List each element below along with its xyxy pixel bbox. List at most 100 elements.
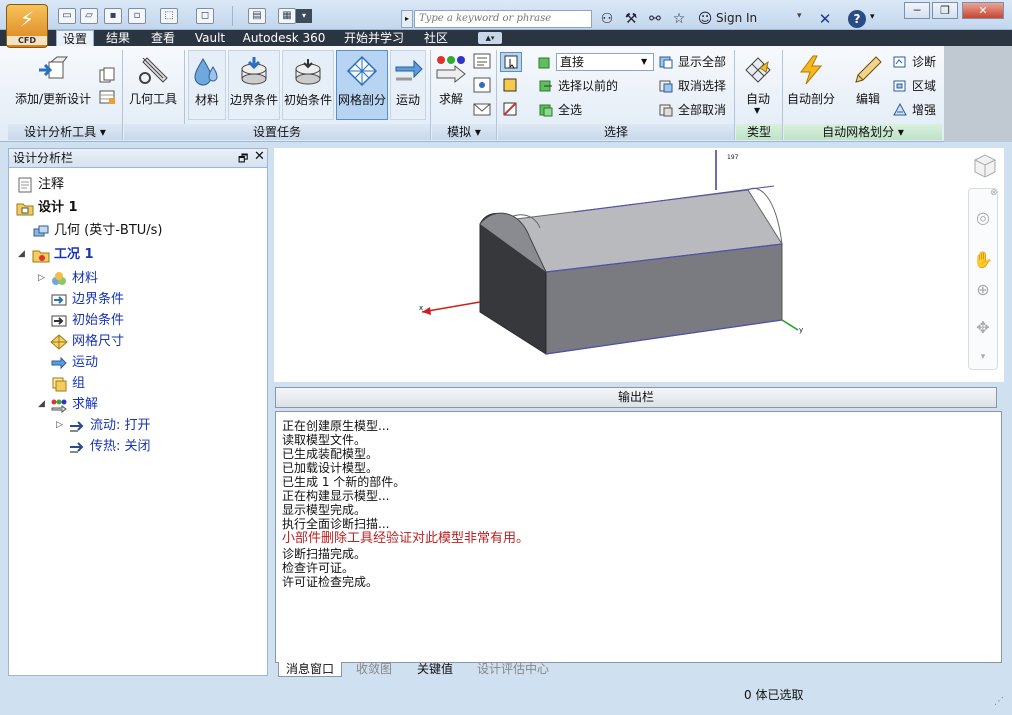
select-volume-icon[interactable] [500,52,522,72]
exchange-apps-icon[interactable]: ✕ [816,10,834,28]
tree-item-materials[interactable]: 材料 [50,269,98,289]
steering-wheel-icon[interactable]: ◎ [970,208,996,232]
qat-customize-dropdown[interactable]: ▾ [296,9,312,23]
restore-button[interactable]: ❐ [932,2,958,19]
geometry-tools-button[interactable]: 几何工具 [126,50,180,120]
expand-triangle-icon[interactable]: ▷ [56,420,63,430]
orbit-icon[interactable]: ✥ [970,318,996,342]
ribbon-minimize-button[interactable]: ▲▾ [478,32,502,44]
chevron-down-icon[interactable]: ▾ [797,11,802,21]
pan-hand-icon[interactable]: ✋ [970,250,996,274]
application-menu-button[interactable]: ⚡ CFD [6,4,48,48]
selection-mode-dropdown[interactable]: 直接 [538,53,654,71]
auto-mesh-button[interactable]: 自动剖分 [786,50,836,120]
boundary-conditions-button[interactable]: 边界条件 [228,50,280,120]
save-icon[interactable]: ▪ [104,8,122,24]
chevron-down-icon[interactable]: ▼ [641,54,647,70]
viewcube-icon[interactable] [972,152,998,180]
shape-icon[interactable]: ◻ [196,8,214,24]
deselect-button[interactable]: 取消选择 [656,76,726,96]
select-previous-button[interactable]: 选择以前的 [536,76,618,96]
3d-viewport[interactable] [274,148,1004,382]
materials-button[interactable]: 材料 [188,50,226,120]
user-icon[interactable]: ☺ [696,10,714,28]
output-bar-header[interactable]: 输出栏 [275,387,997,408]
group-label-auto-mesh[interactable]: 自动网格划分 ▾ [784,124,942,140]
document-copy-icon[interactable] [98,66,116,84]
chevron-down-icon[interactable]: ▼ [754,106,760,115]
save-as-icon[interactable]: ▫ [128,8,146,24]
tab-vault[interactable]: Vault [190,30,230,46]
zoom-icon[interactable]: ⊕ [970,280,996,304]
edit-mesh-button[interactable]: 编辑 [848,50,888,120]
solve-options-icon[interactable] [472,52,492,70]
close-window-button[interactable]: ✕ [962,2,1004,19]
group-label-simulation[interactable]: 模拟 ▾ [432,124,496,140]
star-icon[interactable]: ☆ [670,10,688,28]
tree-item-scenario[interactable]: 工况 1 [32,245,94,265]
region-button[interactable]: 区域 [890,76,936,96]
show-all-button[interactable]: 显示全部 [656,52,726,72]
select-all-button[interactable]: 全选 [536,100,582,120]
minimize-button[interactable]: ─ [904,2,930,19]
tree-label: 求解 [72,397,99,412]
deselect-all-button[interactable]: 全部取消 [656,100,726,120]
table-icon[interactable] [98,88,116,106]
tab-community[interactable]: 社区 [418,30,454,46]
tree-item-solve[interactable]: 求解 [50,395,98,415]
tree-item-flow[interactable]: 流动: 打开 [68,416,151,436]
group-label-setup-tasks: 设置任务 [124,124,430,140]
wrench-icon[interactable]: ⚒ [622,10,640,28]
select-surface-icon[interactable] [500,76,522,96]
tab-getting-started[interactable]: 开始并学习 [338,30,410,46]
solve-button[interactable]: 求解 [434,50,468,120]
chevron-down-icon[interactable]: ▾ [870,12,875,22]
add-update-design-button[interactable]: 添加/更新设计 [12,50,94,120]
select-edge-icon[interactable] [500,100,522,120]
tab-results[interactable]: 结果 [100,30,136,46]
tree-item-groups[interactable]: 组 [50,374,85,394]
tree-item-heat-transfer[interactable]: 传热: 关闭 [68,437,151,457]
mesh-sizing-button[interactable]: 网格剖分 [336,50,388,120]
binoculars-icon[interactable]: ⚇ [598,10,616,28]
view-panel-icon[interactable]: ▤ [248,8,266,24]
float-panel-icon[interactable]: 🗗 [238,150,248,169]
tab-setup[interactable]: 设置 [56,30,94,46]
resize-grip-icon[interactable]: ⋰ [994,696,1004,707]
tree-item-boundary-conditions[interactable]: 边界条件 [50,290,124,310]
sign-in-link[interactable]: Sign In [716,11,757,25]
diagnose-button[interactable]: 诊断 [890,52,936,72]
select-mode-icon[interactable]: ⬚ [160,8,178,24]
close-panel-icon[interactable]: ✕ [254,149,265,164]
tree-item-mesh-size[interactable]: 网格尺寸 [50,332,124,352]
collapse-triangle-icon[interactable]: ◢ [18,249,25,259]
initial-conditions-button[interactable]: 初始条件 [282,50,334,120]
search-input[interactable]: Type a keyword or phrase [414,10,592,28]
layout-icon[interactable]: ▦ [278,8,296,24]
tab-critical-values[interactable]: 关键值 [406,662,464,677]
tree-item-motion[interactable]: 运动 [50,353,98,373]
tree-item-notes[interactable]: 注释 [16,175,64,195]
tab-view[interactable]: 查看 [144,30,182,46]
enhance-button[interactable]: 增强 [890,100,936,120]
search-expand-icon[interactable]: ▸ [401,10,413,28]
collapse-triangle-icon[interactable]: ◢ [38,399,45,409]
tab-convergence-plot[interactable]: 收敛图 [346,662,402,677]
tab-message-window[interactable]: 消息窗口 [278,662,342,677]
tab-decision-center[interactable]: 设计评估中心 [468,662,558,677]
satellite-icon[interactable]: ⚯ [646,10,664,28]
expand-triangle-icon[interactable]: ▷ [38,273,45,283]
motion-button[interactable]: 运动 [390,50,426,120]
tree-item-initial-conditions[interactable]: 初始条件 [50,311,124,331]
tree-item-geometry[interactable]: 几何 (英寸-BTU/s) [32,221,163,241]
close-navbar-icon[interactable]: ⊗ [990,188,998,198]
help-icon[interactable]: ? [848,10,866,28]
open-folder-icon[interactable]: ▱ [80,8,98,24]
new-file-icon[interactable]: ▭ [58,8,76,24]
tree-item-design[interactable]: 设计 1 [16,198,78,218]
email-icon[interactable] [472,100,492,118]
monitor-points-icon[interactable] [472,76,492,94]
group-label-design-tools[interactable]: 设计分析工具 ▾ [8,124,122,140]
tab-autodesk-360[interactable]: Autodesk 360 [238,30,330,46]
navbar-options-icon[interactable]: ▾ [970,352,996,376]
